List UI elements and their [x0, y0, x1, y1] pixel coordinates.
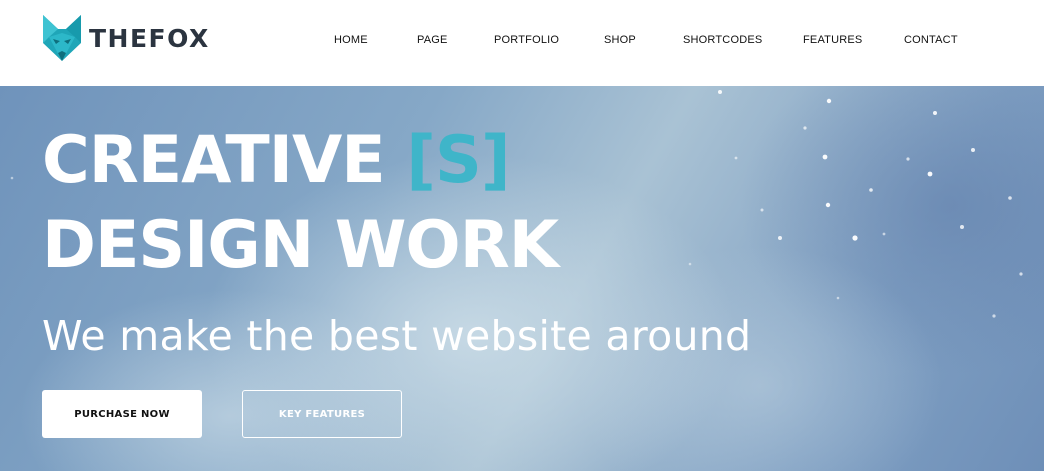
nav-item-home[interactable]: HOME [334, 34, 368, 46]
nav-item-features[interactable]: FEATURES [803, 34, 862, 46]
hero-tagline: We make the best website around [42, 312, 752, 360]
site-logo[interactable]: THEFOX [41, 13, 210, 63]
nav-item-page[interactable]: PAGE [417, 34, 448, 46]
purchase-now-button[interactable]: PURCHASE NOW [42, 390, 202, 438]
nav-item-portfolio[interactable]: PORTFOLIO [494, 34, 559, 46]
headline-word: CREATIVE [42, 123, 386, 198]
fox-head-icon [43, 15, 81, 61]
site-header: THEFOX HOME PAGE PORTFOLIO SHOP SHORTCOD… [0, 0, 1044, 86]
nav-item-shortcodes[interactable]: SHORTCODES [683, 34, 762, 46]
nav-item-contact[interactable]: CONTACT [904, 34, 958, 46]
logo-text: THEFOX [89, 23, 210, 53]
nav-item-shop[interactable]: SHOP [604, 34, 636, 46]
key-features-button[interactable]: KEY FEATURES [242, 390, 402, 438]
hero-headline-line1: CREATIVE [S] [42, 128, 511, 193]
headline-accent: [S] [406, 123, 510, 198]
hero-headline-line2: DESIGN WORK [42, 208, 559, 283]
